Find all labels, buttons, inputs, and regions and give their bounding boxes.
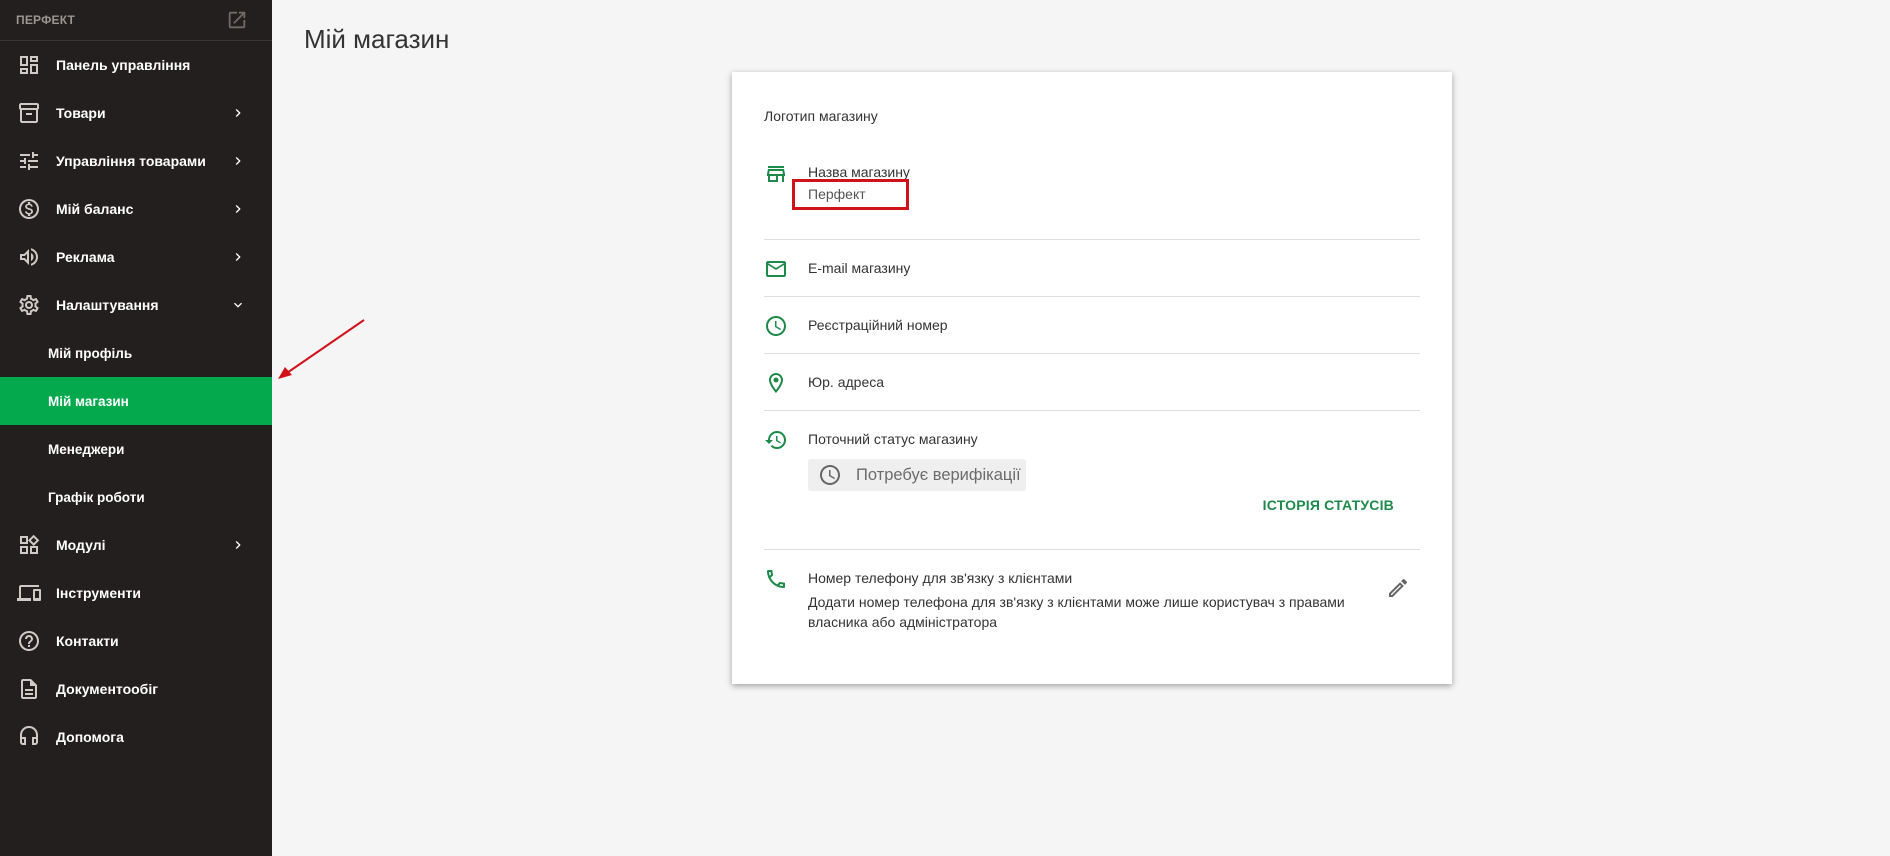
shop-email-label: E-mail магазину [808,260,911,276]
sidebar-item-help[interactable]: Допомога [0,713,272,761]
sidebar-item-balance[interactable]: Мій баланс [0,185,272,233]
page-title: Мій магазин [304,24,450,54]
sidebar-item-label: Налаштування [56,297,159,313]
sidebar-subitem-my-shop[interactable]: Мій магазин [0,377,272,425]
shop-settings-card: Логотип магазину Назва магазину Перфект … [732,72,1452,684]
sidebar-item-dashboard[interactable]: Панель управління [0,41,272,89]
sidebar-item-label: Панель управління [56,57,191,73]
legal-address-label: Юр. адреса [808,374,885,390]
sidebar-item-label: Реклама [56,249,115,265]
chevron-down-icon [230,297,246,313]
megaphone-icon [17,245,41,269]
sidebar-item-label: Інструменти [56,585,142,601]
sidebar-item-modules[interactable]: Модулі [0,521,272,569]
sidebar-brand: ПЕРФЕКТ [0,0,272,41]
clock-outline-icon [820,465,840,485]
shop-logo-label: Логотип магазину [764,108,878,124]
sidebar-item-label: Товари [56,105,106,121]
location-pin-icon [764,371,788,395]
dollar-coin-icon [17,197,41,221]
sidebar-item-label: Модулі [56,537,106,553]
sidebar-subitem-managers[interactable]: Менеджери [0,425,272,473]
legal-address-row[interactable]: Юр. адреса [764,354,1420,411]
devices-icon [17,581,41,605]
chevron-right-icon [230,153,246,169]
contact-phone-note: Додати номер телефона для зв'язку з кліє… [808,594,1345,630]
sidebar-item-product-management[interactable]: Управління товарами [0,137,272,185]
phone-icon [764,567,788,591]
sidebar-item-document-flow[interactable]: Документообіг [0,665,272,713]
sidebar-item-label: Управління товарами [56,153,206,169]
shop-status-label: Поточний статус магазину [808,431,978,447]
status-history-button[interactable]: ІСТОРІЯ СТАТУСІВ [1263,497,1394,513]
sidebar-item-label: Документообіг [56,681,159,697]
shop-email-row[interactable]: E-mail магазину [764,240,1420,297]
annotation-arrow [278,319,365,379]
chevron-right-icon [230,537,246,553]
sidebar-item-label: Контакти [56,633,119,649]
chevron-right-icon [230,249,246,265]
sidebar: ПЕРФЕКТ Панель управління Товари Управлі… [0,0,272,856]
chevron-right-icon [230,105,246,121]
email-icon [764,257,788,281]
contact-phone-row: Номер телефону для зв'язку з клієнтами Д… [764,550,1420,640]
chevron-right-icon [230,201,246,217]
status-chip: Потребує верифікації [808,459,1026,491]
sidebar-subitem-work-schedule[interactable]: Графік роботи [0,473,272,521]
dashboard-icon [17,53,41,77]
status-value: Потребує верифікації [856,465,1021,484]
sidebar-item-label: Мій баланс [56,201,134,217]
registration-number-label: Реєстраційний номер [808,317,948,333]
sidebar-subitem-my-profile[interactable]: Мій профіль [0,329,272,377]
sidebar-item-products[interactable]: Товари [0,89,272,137]
sidebar-item-advertising[interactable]: Реклама [0,233,272,281]
sliders-icon [17,149,41,173]
widgets-icon [17,533,41,557]
sidebar-item-tools[interactable]: Інструменти [0,569,272,617]
highlight-annotation-box [792,179,909,210]
contact-phone-label: Номер телефону для зв'язку з клієнтами [808,570,1073,586]
headset-icon [17,725,41,749]
sidebar-item-settings[interactable]: Налаштування [0,281,272,329]
history-icon [764,428,788,452]
gear-icon [17,293,41,317]
open-external-icon[interactable] [226,9,248,31]
storefront-icon [764,162,788,186]
clock-icon [764,314,788,338]
shop-status-row: Поточний статус магазину Потребує верифі… [764,411,1420,550]
brand-name: ПЕРФЕКТ [16,13,76,27]
shop-name-label: Назва магазину [808,164,910,180]
sidebar-item-label: Допомога [56,729,124,745]
document-icon [17,677,41,701]
registration-number-row[interactable]: Реєстраційний номер [764,297,1420,354]
archive-box-icon [17,101,41,125]
sidebar-item-contacts[interactable]: Контакти [0,617,272,665]
edit-pencil-icon[interactable] [1386,576,1410,600]
help-circle-icon [17,629,41,653]
